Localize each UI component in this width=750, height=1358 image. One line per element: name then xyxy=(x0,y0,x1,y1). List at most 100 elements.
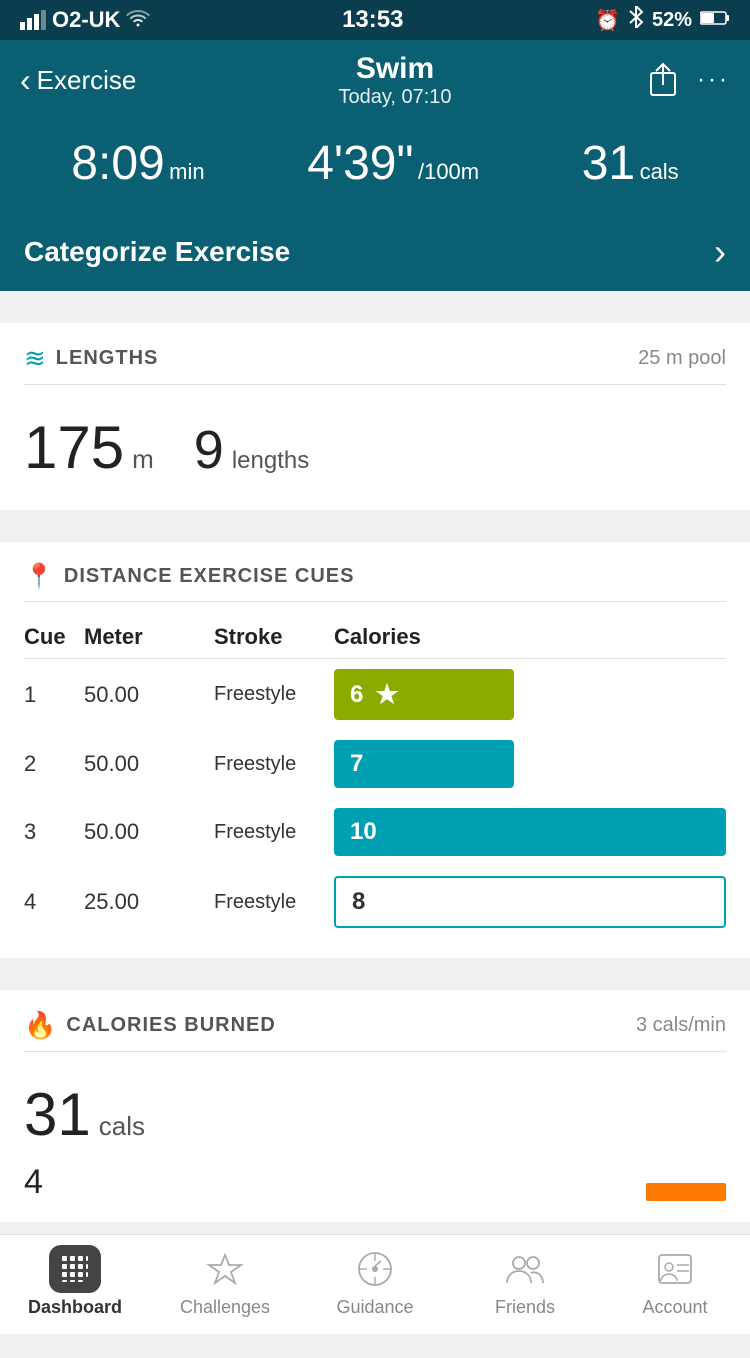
cues-title-row: 📍 DISTANCE EXERCISE CUES xyxy=(24,562,354,591)
pace-metric: 4'39" /100m xyxy=(307,136,479,191)
duration-metric: 8:09 min xyxy=(71,136,204,191)
challenges-icon xyxy=(199,1245,251,1293)
col-stroke: Stroke xyxy=(214,614,334,659)
pace-value: 4'39" xyxy=(307,137,413,190)
cue-bar-3: 8 xyxy=(334,876,726,928)
cues-table: Cue Meter Stroke Calories 150.00Freestyl… xyxy=(24,614,726,938)
guidance-icon xyxy=(349,1245,401,1293)
wave-icon: ≋ xyxy=(24,343,46,374)
header-actions: ··· xyxy=(610,60,730,100)
cue-calories-0[interactable]: 6★ xyxy=(334,659,726,731)
header-center: Swim Today, 07:10 xyxy=(180,52,610,109)
calories-header: 🔥 CALORIES BURNED 3 cals/min xyxy=(24,1010,726,1052)
back-chevron: ‹ xyxy=(20,62,31,99)
dashboard-label: Dashboard xyxy=(28,1297,122,1318)
calories-total-value: 31 xyxy=(24,1080,91,1149)
calories-total-unit: cals xyxy=(99,1111,145,1142)
divider3 xyxy=(0,974,750,990)
cue-stroke-1: Freestyle xyxy=(214,730,334,798)
cue-calories-2[interactable]: 10 xyxy=(334,798,726,866)
lengths-count-group: 9 lengths xyxy=(194,419,309,481)
cue-bar-1: 7 xyxy=(334,740,514,788)
duration-unit: min xyxy=(169,159,204,184)
friends-label: Friends xyxy=(495,1297,555,1318)
back-label: Exercise xyxy=(37,65,137,96)
divider2 xyxy=(0,526,750,542)
lengths-section: ≋ LENGTHS 25 m pool 175 m 9 lengths xyxy=(0,323,750,510)
back-button[interactable]: ‹ Exercise xyxy=(20,62,180,99)
cues-title: DISTANCE EXERCISE CUES xyxy=(64,565,355,588)
dashboard-icon xyxy=(49,1245,101,1293)
calories-section: 🔥 CALORIES BURNED 3 cals/min 31 cals 4 xyxy=(0,990,750,1222)
battery-icon xyxy=(700,9,730,32)
calories-rate: 3 cals/min xyxy=(636,1014,726,1037)
status-bar: O2-UK 13:53 ⏰ 52% xyxy=(0,0,750,40)
cue-calories-3[interactable]: 8 xyxy=(334,866,726,938)
lengths-count-value: 9 xyxy=(194,419,224,481)
status-time: 13:53 xyxy=(342,6,403,34)
cue-row-1[interactable]: 250.00Freestyle7 xyxy=(24,730,726,798)
cue-meter-0: 50.00 xyxy=(84,659,214,731)
workout-title: Swim xyxy=(180,52,610,86)
share-button[interactable] xyxy=(645,60,681,100)
cue-num-3: 4 xyxy=(24,866,84,938)
cue-calories-1[interactable]: 7 xyxy=(334,730,726,798)
lengths-distance-unit: m xyxy=(132,444,154,475)
cue-num-0: 1 xyxy=(24,659,84,731)
cues-header: 📍 DISTANCE EXERCISE CUES xyxy=(24,562,726,602)
bluetooth-icon xyxy=(628,6,644,34)
categorize-chevron: › xyxy=(714,231,726,273)
calories-title: CALORIES BURNED xyxy=(66,1014,275,1037)
cues-section: 📍 DISTANCE EXERCISE CUES Cue Meter Strok… xyxy=(0,542,750,958)
alarm-icon: ⏰ xyxy=(595,8,620,33)
carrier-label: O2-UK xyxy=(52,7,120,33)
calories-extra-value: 4 xyxy=(24,1163,43,1202)
challenges-label: Challenges xyxy=(180,1297,270,1318)
signal-icon xyxy=(20,10,46,30)
calories-unit: cals xyxy=(640,159,679,184)
nav-challenges[interactable]: Challenges xyxy=(150,1245,300,1318)
categorize-label: Categorize Exercise xyxy=(24,236,290,268)
cue-row-0[interactable]: 150.00Freestyle6★ xyxy=(24,659,726,731)
cue-meter-1: 50.00 xyxy=(84,730,214,798)
nav-guidance[interactable]: Guidance xyxy=(300,1245,450,1318)
lengths-title: LENGTHS xyxy=(56,347,159,370)
calories-title-row: 🔥 CALORIES BURNED xyxy=(24,1010,276,1041)
more-button[interactable]: ··· xyxy=(697,66,730,94)
status-right: ⏰ 52% xyxy=(595,6,730,34)
lengths-distance-value: 175 xyxy=(24,413,124,482)
header: ‹ Exercise Swim Today, 07:10 ··· xyxy=(0,40,750,120)
pool-size: 25 m pool xyxy=(638,347,726,370)
nav-account[interactable]: Account xyxy=(600,1245,750,1318)
pace-unit: /100m xyxy=(418,159,479,184)
lengths-distance: 175 m xyxy=(24,413,154,482)
account-icon xyxy=(649,1245,701,1293)
divider xyxy=(0,307,750,323)
cue-row-3[interactable]: 425.00Freestyle8 xyxy=(24,866,726,938)
col-meter: Meter xyxy=(84,614,214,659)
cue-num-1: 2 xyxy=(24,730,84,798)
status-left: O2-UK xyxy=(20,7,150,33)
cue-bar-0: 6★ xyxy=(334,669,514,720)
duration-value: 8:09 xyxy=(71,137,164,190)
lengths-data: 175 m 9 lengths xyxy=(24,397,726,490)
bottom-nav: Dashboard Challenges Guidance xyxy=(0,1234,750,1334)
account-label: Account xyxy=(642,1297,707,1318)
guidance-label: Guidance xyxy=(336,1297,413,1318)
flame-icon: 🔥 xyxy=(24,1010,56,1041)
cue-meter-2: 50.00 xyxy=(84,798,214,866)
calories-metric: 31 cals xyxy=(582,136,679,191)
nav-friends[interactable]: Friends xyxy=(450,1245,600,1318)
cue-stroke-0: Freestyle xyxy=(214,659,334,731)
lengths-count-label: lengths xyxy=(232,447,309,475)
calories-extra-row: 4 xyxy=(24,1157,726,1202)
metrics-bar: 8:09 min 4'39" /100m 31 cals xyxy=(0,120,750,213)
col-calories: Calories xyxy=(334,614,726,659)
col-cue: Cue xyxy=(24,614,84,659)
pin-icon: 📍 xyxy=(24,562,54,591)
categorize-button[interactable]: Categorize Exercise › xyxy=(0,213,750,291)
cue-row-2[interactable]: 350.00Freestyle10 xyxy=(24,798,726,866)
workout-subtitle: Today, 07:10 xyxy=(180,86,610,109)
lengths-header: ≋ LENGTHS 25 m pool xyxy=(24,343,726,385)
nav-dashboard[interactable]: Dashboard xyxy=(0,1245,150,1318)
